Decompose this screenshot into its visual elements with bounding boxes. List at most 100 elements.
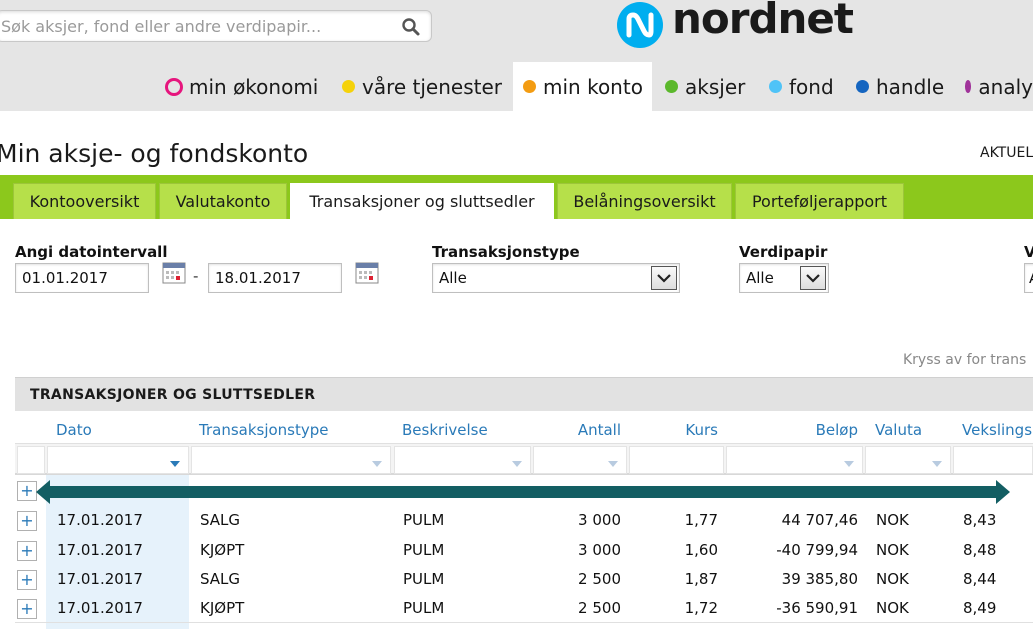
nav-label: fond [789, 74, 834, 99]
cell-type: KJØPT [200, 599, 245, 617]
sort-down-icon[interactable] [844, 461, 854, 467]
cell-valuta: NOK [876, 511, 909, 529]
kryss-hint: Kryss av for trans [903, 352, 1027, 368]
main-nav: min økonomi våre tjenester min konto aks… [0, 62, 1033, 111]
cell-antall: 2 500 [578, 599, 621, 617]
filter-dato[interactable] [47, 446, 189, 474]
cell-valuta: NOK [876, 599, 909, 617]
date-to-field[interactable]: 18.01.2017 [208, 263, 342, 293]
nav-label: min konto [543, 74, 643, 99]
filter-valuta[interactable] [865, 446, 951, 474]
tab-belaningsoversikt[interactable]: Belåningsoversikt [557, 183, 732, 219]
nav-label: våre tjenester [362, 74, 503, 99]
cell-beskrivelse[interactable]: PULM [403, 511, 444, 529]
dot-icon [342, 80, 355, 93]
cell-kurs: 1,87 [684, 570, 718, 588]
cut-filter-select[interactable]: A [1024, 263, 1033, 293]
double-arrow-annotation [36, 480, 1010, 504]
cell-veksling: 8,44 [963, 570, 997, 588]
col-kurs[interactable]: Kurs [660, 421, 718, 439]
filter-belop[interactable] [726, 446, 863, 474]
expand-button[interactable]: + [17, 481, 37, 501]
nav-fond[interactable]: fond [769, 62, 844, 111]
dot-icon [769, 80, 782, 93]
filter-kurs[interactable] [629, 446, 724, 474]
col-valuta[interactable]: Valuta [875, 421, 922, 439]
security-label: Verdipapir [739, 243, 828, 261]
col-belop[interactable]: Beløp [790, 421, 858, 439]
cell-veksling: 8,49 [963, 599, 997, 617]
col-transaksjonstype[interactable]: Transaksjonstype [199, 421, 329, 439]
logo-wordmark: nordnet [672, 0, 854, 43]
cell-dato: 17.01.2017 [57, 599, 143, 617]
search-input[interactable] [0, 11, 397, 41]
expand-button[interactable]: + [17, 541, 37, 561]
col-dato[interactable]: Dato [56, 421, 92, 439]
expand-button[interactable]: + [17, 570, 37, 590]
sort-down-icon[interactable] [372, 461, 382, 467]
header-bar: nordnet min økonomi våre tjenester min k… [0, 0, 1033, 111]
transaction-type-select[interactable]: Alle [432, 263, 680, 293]
tab-portefoljerapport[interactable]: Porteføljerapport [735, 183, 904, 219]
select-value: Alle [746, 269, 774, 287]
sort-down-icon[interactable] [608, 461, 618, 467]
cell-beskrivelse[interactable]: PULM [403, 541, 444, 559]
search-icon[interactable] [401, 17, 421, 37]
table-divider [15, 622, 1033, 623]
filter-veksling[interactable] [953, 446, 1033, 474]
cell-belop: 39 385,80 [781, 570, 858, 588]
col-veksling[interactable]: Vekslings [962, 421, 1032, 439]
filter-row [15, 443, 1033, 475]
search-box[interactable] [0, 10, 432, 42]
chevron-down-icon[interactable] [800, 266, 826, 290]
filter-type[interactable] [191, 446, 391, 474]
nordnet-logo-icon [617, 2, 663, 48]
chevron-down-icon[interactable] [651, 266, 677, 290]
nav-min-konto[interactable]: min konto [513, 62, 652, 111]
cell-belop: -36 590,91 [776, 599, 858, 617]
cell-type: SALG [200, 570, 241, 588]
select-value: Alle [439, 269, 467, 287]
cut-filter-label: V [1024, 243, 1033, 261]
nav-min-okonomi[interactable]: min økonomi [165, 62, 325, 111]
dot-icon [856, 80, 869, 93]
tab-transaksjoner[interactable]: Transaksjoner og sluttsedler [290, 183, 554, 219]
nav-analyse[interactable]: analy [965, 62, 1033, 111]
cell-kurs: 1,77 [684, 511, 718, 529]
account-tabs: Kontooversikt Valutakonto Transaksjoner … [0, 175, 1033, 219]
nav-label: handle [876, 74, 945, 99]
filter-beskrivelse[interactable] [394, 446, 531, 474]
aktuel-link[interactable]: AKTUEL [980, 145, 1033, 161]
sort-down-icon[interactable] [512, 461, 522, 467]
col-antall[interactable]: Antall [560, 421, 621, 439]
nav-aksjer[interactable]: aksjer [665, 62, 755, 111]
cell-type: KJØPT [200, 541, 245, 559]
cell-kurs: 1,60 [684, 541, 718, 559]
date-interval-label: Angi datointervall [15, 243, 168, 261]
dot-icon [665, 80, 678, 93]
tab-kontooversikt[interactable]: Kontooversikt [13, 183, 156, 219]
cell-beskrivelse[interactable]: PULM [403, 570, 444, 588]
tab-valutakonto[interactable]: Valutakonto [159, 183, 287, 219]
security-select[interactable]: Alle [739, 263, 829, 293]
expand-button[interactable]: + [17, 511, 37, 531]
cell-beskrivelse[interactable]: PULM [403, 599, 444, 617]
expand-button[interactable]: + [17, 599, 37, 619]
nav-handle[interactable]: handle [856, 62, 951, 111]
calendar-icon[interactable] [355, 261, 379, 285]
cell-valuta: NOK [876, 541, 909, 559]
nav-vare-tjenester[interactable]: våre tjenester [342, 62, 512, 111]
cell-antall: 2 500 [578, 570, 621, 588]
filter-antall[interactable] [533, 446, 627, 474]
cell-dato: 17.01.2017 [57, 511, 143, 529]
cell-antall: 3 000 [578, 511, 621, 529]
sort-down-icon[interactable] [170, 461, 180, 467]
col-beskrivelse[interactable]: Beskrivelse [402, 421, 488, 439]
nav-label: aksjer [685, 74, 746, 99]
table-title: TRANSAKSJONER OG SLUTTSEDLER [15, 377, 1033, 411]
date-from-field[interactable]: 01.01.2017 [15, 263, 149, 293]
dot-icon [523, 80, 536, 93]
sort-down-icon[interactable] [932, 461, 942, 467]
cell-antall: 3 000 [578, 541, 621, 559]
calendar-icon[interactable] [162, 261, 186, 285]
